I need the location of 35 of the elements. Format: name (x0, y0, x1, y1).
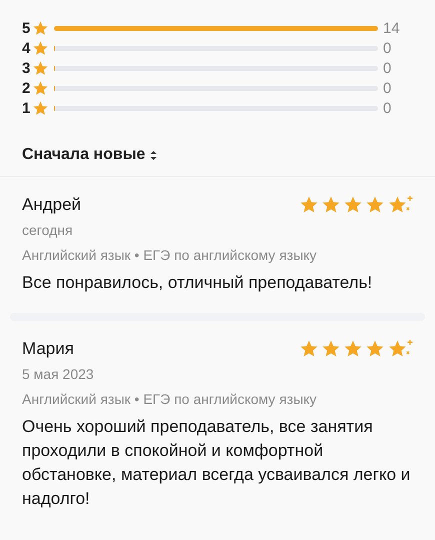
review-author: Андрей (22, 195, 82, 215)
star-icon (321, 195, 341, 215)
star-icon (387, 339, 413, 359)
rating-count: 0 (383, 40, 392, 56)
review-author: Мария (22, 339, 74, 359)
star-icon (32, 80, 49, 96)
review-text: Очень хороший преподаватель, все занятия проходили в спокойной и комфортной обстановке, материал всегда усваивался легко и надолго! (22, 416, 412, 510)
star-icon (32, 40, 49, 56)
star-icon (321, 339, 341, 359)
rating-label: 3 (22, 60, 32, 76)
star-icon (32, 60, 49, 76)
star-icon (387, 195, 413, 215)
rating-count: 0 (383, 80, 392, 96)
review-date: сегодня (22, 222, 74, 238)
star-icon (365, 339, 385, 359)
star-icon (343, 195, 363, 215)
rating-label: 4 (22, 40, 32, 56)
star-icon (32, 100, 49, 116)
rating-count: 14 (383, 20, 401, 36)
sort-button[interactable]: Сначала новые (22, 146, 158, 164)
rating-label: 1 (22, 100, 32, 116)
review-subject: Английский язык • ЕГЭ по английскому языку (22, 247, 318, 263)
rating-count: 0 (383, 60, 392, 76)
review-text: Все понравилось, отличный преподаватель! (22, 272, 374, 294)
star-icon (365, 195, 385, 215)
star-icon (299, 195, 319, 215)
review-date: 5 мая 2023 (22, 366, 95, 382)
rating-count: 0 (383, 100, 392, 116)
rating-label: 5 (22, 20, 32, 36)
star-icon (32, 20, 49, 36)
star-icon (343, 339, 363, 359)
star-icon (299, 339, 319, 359)
rating-label: 2 (22, 80, 32, 96)
review-subject: Английский язык • ЕГЭ по английскому языку (22, 391, 318, 407)
sort-icon (150, 150, 158, 160)
